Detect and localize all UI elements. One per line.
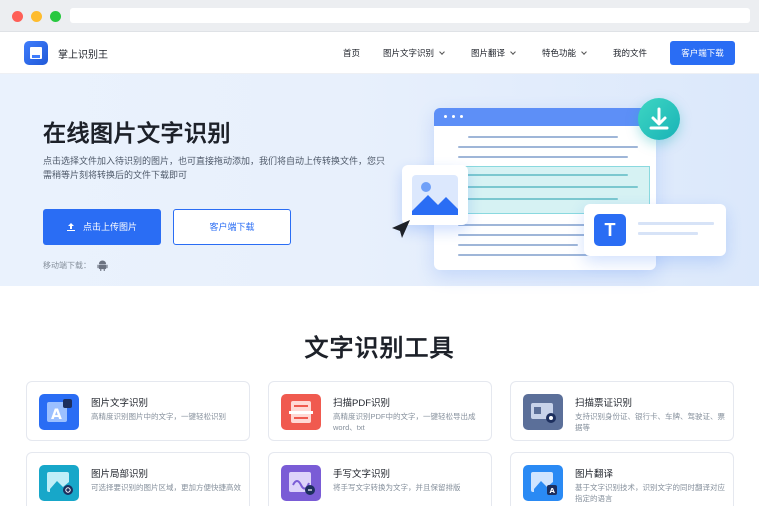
android-icon[interactable] xyxy=(97,260,108,272)
chevron-down-icon xyxy=(439,49,445,55)
tool-description: 将手写文字转换为文字，并且保留排版 xyxy=(333,483,461,492)
text-result-card: T xyxy=(584,204,726,256)
chevron-down-icon xyxy=(581,49,587,55)
address-bar[interactable] xyxy=(70,8,750,23)
brand-name[interactable]: 掌上识别王 xyxy=(58,46,108,61)
tool-description: 可选择要识别的图片区域，更加方便快捷高效 xyxy=(91,483,241,492)
svg-text:A: A xyxy=(51,407,62,423)
image-translate-icon: A xyxy=(523,465,563,501)
hero-title: 在线图片文字识别 xyxy=(43,120,231,146)
tool-title: 扫描PDF识别 xyxy=(333,398,391,409)
tool-description: 高精度识别图片中的文字，一键轻松识别 xyxy=(91,412,226,421)
id-card-scan-icon xyxy=(523,394,563,430)
hero-description: 点击选择文件加入待识别的图片，也可直接拖动添加，我们将自动上传转换文件，您只需稍… xyxy=(43,156,386,180)
nav-image-ocr[interactable]: 图片文字识别 xyxy=(383,47,445,59)
svg-text:A: A xyxy=(550,487,556,495)
nav-my-files[interactable]: 我的文件 xyxy=(613,47,647,59)
handwriting-icon xyxy=(281,465,321,501)
hero-client-download-button[interactable]: 客户端下载 xyxy=(173,209,291,245)
tool-card-handwriting[interactable]: 手写文字识别 将手写文字转换为文字，并且保留排版 xyxy=(268,452,492,506)
client-download-button[interactable]: 客户端下载 xyxy=(670,41,735,65)
mobile-download: 移动端下载： xyxy=(43,260,108,272)
tool-title: 图片局部识别 xyxy=(91,469,149,480)
pdf-scan-icon xyxy=(281,394,321,430)
tool-title: 扫描票证识别 xyxy=(575,398,633,409)
chevron-down-icon xyxy=(510,49,516,55)
image-icon xyxy=(402,165,468,225)
nav-home[interactable]: 首页 xyxy=(343,47,360,59)
tool-card-id-scan[interactable]: 扫描票证识别 支持识别身份证、银行卡、车牌、驾驶证、票据等 xyxy=(510,381,734,441)
logo-icon[interactable] xyxy=(24,41,48,65)
region-scan-icon xyxy=(39,465,79,501)
browser-chrome xyxy=(0,0,759,32)
tool-card-region-ocr[interactable]: 图片局部识别 可选择要识别的图片区域，更加方便快捷高效 xyxy=(26,452,250,506)
tool-description: 高精度识别PDF中的文字，一键轻松导出成word、txt xyxy=(333,412,476,432)
upload-icon xyxy=(66,223,75,231)
nav-image-translate[interactable]: 图片翻译 xyxy=(471,47,516,59)
hero-section: 在线图片文字识别 点击选择文件加入待识别的图片，也可直接拖动添加，我们将自动上传… xyxy=(0,74,759,286)
nav-features[interactable]: 特色功能 xyxy=(542,47,587,59)
tool-card-image-translate[interactable]: A 图片翻译 基于文字识别技术，识别文字的同时翻译对应指定的语言 xyxy=(510,452,734,506)
tool-description: 基于文字识别技术，识别文字的同时翻译对应指定的语言 xyxy=(575,483,725,503)
tools-section-title: 文字识别工具 xyxy=(304,335,455,362)
download-icon xyxy=(638,98,680,140)
tool-description: 支持识别身份证、银行卡、车牌、驾驶证、票据等 xyxy=(575,412,725,432)
minimize-window-button[interactable] xyxy=(31,11,42,22)
page-viewport: 掌上识别王 首页 图片文字识别 图片翻译 特色功能 我的文件 客户端下载 在线图… xyxy=(0,32,759,506)
cursor-icon xyxy=(392,220,410,238)
tool-card-image-ocr[interactable]: A 图片文字识别 高精度识别图片中的文字，一键轻松识别 xyxy=(26,381,250,441)
hero-illustration: T xyxy=(386,98,736,284)
maximize-window-button[interactable] xyxy=(50,11,61,22)
tool-title: 图片翻译 xyxy=(575,469,614,480)
image-text-icon: A xyxy=(39,394,79,430)
tool-card-pdf-scan[interactable]: 扫描PDF识别 高精度识别PDF中的文字，一键轻松导出成word、txt xyxy=(268,381,492,441)
tool-title: 手写文字识别 xyxy=(333,469,391,480)
upload-image-button[interactable]: 点击上传图片 xyxy=(43,209,161,245)
mobile-download-label: 移动端下载： xyxy=(43,261,91,270)
tool-title: 图片文字识别 xyxy=(91,398,149,409)
close-window-button[interactable] xyxy=(12,11,23,22)
site-header: 掌上识别王 首页 图片文字识别 图片翻译 特色功能 我的文件 客户端下载 xyxy=(0,32,759,74)
text-icon: T xyxy=(594,214,626,246)
